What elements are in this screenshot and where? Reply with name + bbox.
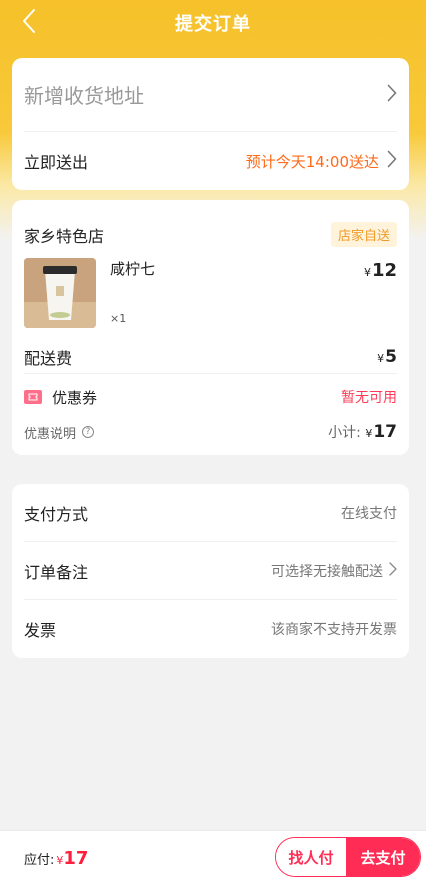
coupon-status: 暂无可用 <box>341 390 397 406</box>
back-button[interactable] <box>14 8 44 38</box>
order-remark-row[interactable]: 订单备注 可选择无接触配送 <box>24 542 397 600</box>
discount-note[interactable]: 优惠说明 ? <box>24 423 95 442</box>
coupon-icon <box>24 390 42 404</box>
delivery-time-row[interactable]: 立即送出 预计今天14:00送达 <box>24 132 397 190</box>
order-remark-label: 订单备注 <box>24 562 89 582</box>
shop-row: 家乡特色店 店家自送 <box>24 222 397 247</box>
delivery-time-text: 预计今天14:00送达 <box>245 152 379 171</box>
delivery-time: 预计今天14:00送达 <box>246 150 397 172</box>
chevron-left-icon <box>22 8 36 38</box>
item-price: ¥12 <box>364 260 397 281</box>
order-remark-value: 可选择无接触配送 <box>271 561 397 581</box>
coupon-label: 优惠券 <box>52 388 98 407</box>
amount-due-value: 17 <box>63 848 89 869</box>
invoice-label: 发票 <box>24 621 57 640</box>
pay-button[interactable]: 去支付 <box>346 838 420 876</box>
help-icon: ? <box>82 426 95 438</box>
delivery-fee-amount: 5 <box>385 346 397 367</box>
discount-note-label: 优惠说明 <box>24 426 77 442</box>
friend-pay-button[interactable]: 找人付 <box>276 838 346 876</box>
payment-method-value: 在线支付 <box>341 505 397 522</box>
coupon-row[interactable]: 优惠券 暂无可用 <box>24 382 397 412</box>
coupon-left: 优惠券 <box>24 387 97 408</box>
checkout-bar: 应付: ¥ 17 找人付 去支付 <box>0 830 426 882</box>
address-card: 新增收货地址 立即送出 预计今天14:00送达 <box>12 58 409 190</box>
chevron-right-icon <box>389 561 397 580</box>
amount-due: 应付: ¥ 17 <box>24 848 88 869</box>
subtotal-value: ¥17 <box>365 422 397 442</box>
currency-symbol: ¥ <box>363 266 371 279</box>
item-thumbnail <box>24 258 96 328</box>
navbar: 提交订单 <box>0 0 426 46</box>
order-remark-text: 可选择无接触配送 <box>271 563 383 580</box>
delivery-fee-row: 配送费 ¥5 <box>24 340 397 374</box>
add-address-text: 新增收货地址 <box>24 84 144 108</box>
delivery-fee-label: 配送费 <box>24 348 73 368</box>
invoice-value: 该商家不支持开发票 <box>271 622 397 638</box>
shop-name: 家乡特色店 <box>24 226 105 246</box>
chevron-right-icon <box>387 84 397 106</box>
subtotal-label: 小计: <box>328 425 361 441</box>
currency-symbol: ¥ <box>365 427 373 440</box>
item-quantity: ×1 <box>110 312 127 325</box>
order-card: 家乡特色店 店家自送 咸柠七 ×1 ¥12 配送费 ¥5 优惠券 暂无可用 优惠… <box>12 200 409 455</box>
pay-button-group: 找人付 去支付 <box>275 837 421 877</box>
invoice-row: 发票 该商家不支持开发票 <box>24 600 397 658</box>
item-price-value: 12 <box>371 260 397 281</box>
payment-method-row[interactable]: 支付方式 在线支付 <box>24 484 397 542</box>
subtotal-amount: 17 <box>373 422 397 442</box>
currency-symbol: ¥ <box>56 854 64 867</box>
subtotal: 小计: ¥17 <box>328 422 397 442</box>
deliver-now-label: 立即送出 <box>24 153 89 172</box>
amount-due-label: 应付: <box>24 853 55 868</box>
discount-note-row: 优惠说明 ? 小计: ¥17 <box>24 418 397 446</box>
currency-symbol: ¥ <box>377 351 385 365</box>
delivery-fee-value: ¥5 <box>377 347 397 367</box>
options-card: 支付方式 在线支付 订单备注 可选择无接触配送 发票 该商家不支持开发票 <box>12 484 409 658</box>
item-name: 咸柠七 <box>110 260 156 278</box>
payment-method-label: 支付方式 <box>24 504 89 524</box>
chevron-right-icon <box>387 150 397 172</box>
delivery-badge: 店家自送 <box>330 222 397 247</box>
add-address-row[interactable]: 新增收货地址 <box>24 58 397 132</box>
page-title: 提交订单 <box>175 14 251 35</box>
